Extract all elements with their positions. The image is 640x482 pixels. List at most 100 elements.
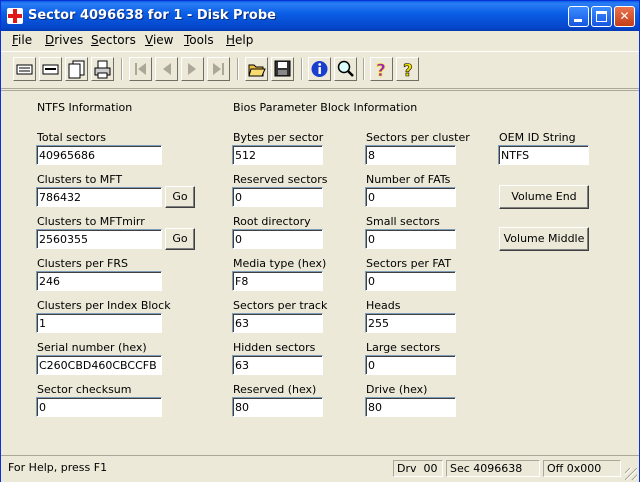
clusters-to-mft-field[interactable]: 786432 <box>36 187 162 207</box>
total-sectors-field[interactable]: 40965686 <box>36 145 162 165</box>
sectors-per-cluster-label: Sectors per cluster <box>366 131 470 144</box>
clusters-per-index-block-field[interactable]: 1 <box>36 313 162 333</box>
large-sectors-label: Large sectors <box>366 341 441 354</box>
sectors-per-fat-label: Sectors per FAT <box>366 257 452 270</box>
minimize-button[interactable] <box>568 6 589 27</box>
drive-hex-field[interactable]: 80 <box>365 397 456 417</box>
context-help-button[interactable]: ? <box>396 57 419 81</box>
root-directory-field[interactable]: 0 <box>232 229 323 249</box>
bytes-per-sector-field[interactable]: 512 <box>232 145 323 165</box>
menu-drives[interactable]: Drives <box>43 33 85 47</box>
bpb-section-title: Bios Parameter Block Information <box>233 101 418 114</box>
number-of-fats-field[interactable]: 0 <box>365 187 456 207</box>
root-directory-label: Root directory <box>233 215 311 228</box>
menu-file[interactable]: File <box>10 33 34 47</box>
reserved-sectors-label: Reserved sectors <box>233 173 328 186</box>
reserved-hex-field[interactable]: 80 <box>232 397 323 417</box>
search-icon <box>337 60 354 77</box>
reserved-sectors-field[interactable]: 0 <box>232 187 323 207</box>
info-button[interactable] <box>308 57 331 81</box>
small-sectors-label: Small sectors <box>366 215 440 228</box>
main-panel: NTFS Information Bios Parameter Block In… <box>1 90 639 454</box>
menu-sectors[interactable]: Sectors <box>89 33 138 47</box>
view-boot-icon <box>68 60 85 79</box>
last-sector-icon <box>213 63 224 75</box>
view-partition-icon <box>42 64 59 75</box>
toolbar: ? ? <box>1 51 639 89</box>
view-bytes-icon <box>16 64 33 75</box>
clusters-per-frs-field[interactable]: 246 <box>36 271 162 291</box>
open-button[interactable] <box>245 57 268 81</box>
first-sector-button[interactable] <box>129 57 152 81</box>
save-button[interactable] <box>271 57 294 81</box>
title-bar[interactable]: Sector 4096638 for 1 - Disk Probe ✕ <box>1 1 639 31</box>
media-type-field[interactable]: F8 <box>232 271 323 291</box>
clusters-per-frs-label: Clusters per FRS <box>37 257 128 270</box>
app-cross-icon <box>7 8 23 24</box>
bytes-per-sector-label: Bytes per sector <box>233 131 324 144</box>
volume-end-button[interactable]: Volume End <box>499 185 589 209</box>
svg-text:?: ? <box>403 61 413 80</box>
view-boot-button[interactable] <box>65 57 88 81</box>
previous-sector-button[interactable] <box>155 57 178 81</box>
close-button[interactable]: ✕ <box>614 6 635 27</box>
context-help-icon: ? <box>403 61 413 80</box>
sectors-per-track-label: Sectors per track <box>233 299 328 312</box>
ntfs-section-title: NTFS Information <box>37 101 133 114</box>
status-help-text: For Help, press F1 <box>8 461 108 474</box>
view-partition-button[interactable] <box>39 57 62 81</box>
clusters-per-index-block-label: Clusters per Index Block <box>37 299 171 312</box>
sectors-per-fat-field[interactable]: 0 <box>365 271 456 291</box>
status-offset: Off 0x000 <box>543 460 621 477</box>
large-sectors-field[interactable]: 0 <box>365 355 456 375</box>
clusters-to-mft-label: Clusters to MFT <box>37 173 123 186</box>
close-icon: ✕ <box>619 9 630 23</box>
maximize-button[interactable] <box>591 6 612 27</box>
go-mftmirr-button[interactable]: Go <box>165 228 195 250</box>
go-mft-button[interactable]: Go <box>165 186 195 208</box>
status-sector: Sec 4096638 <box>446 460 540 477</box>
serial-number-field[interactable]: C260CBD460CBCCFB <box>36 355 162 375</box>
drive-hex-label: Drive (hex) <box>366 383 428 396</box>
toolbar-separator <box>363 58 365 80</box>
toolbar-separator <box>301 58 303 80</box>
last-sector-button[interactable] <box>207 57 230 81</box>
heads-field[interactable]: 255 <box>365 313 456 333</box>
sector-checksum-label: Sector checksum <box>37 383 132 396</box>
menu-tools[interactable]: Tools <box>182 33 216 47</box>
menu-bar: File Drives Sectors View Tools Help <box>1 31 639 50</box>
total-sectors-label: Total sectors <box>37 131 107 144</box>
print-icon <box>94 60 111 79</box>
svg-text:?: ? <box>376 61 386 80</box>
sectors-per-cluster-field[interactable]: 8 <box>365 145 456 165</box>
window-title: Sector 4096638 for 1 - Disk Probe <box>28 8 276 23</box>
next-sector-button[interactable] <box>181 57 204 81</box>
serial-number-label: Serial number (hex) <box>37 341 147 354</box>
toolbar-separator <box>237 58 239 80</box>
media-type-label: Media type (hex) <box>233 257 327 270</box>
print-button[interactable] <box>91 57 114 81</box>
clusters-to-mftmirr-label: Clusters to MFTmirr <box>37 215 145 228</box>
view-bytes-button[interactable] <box>13 57 36 81</box>
clusters-to-mftmirr-field[interactable]: 2560355 <box>36 229 162 249</box>
sectors-per-track-field[interactable]: 63 <box>232 313 323 333</box>
save-icon <box>274 60 291 77</box>
open-folder-icon <box>248 64 266 77</box>
first-sector-icon <box>135 63 146 75</box>
disk-probe-window: Sector 4096638 for 1 - Disk Probe ✕ File… <box>0 0 640 482</box>
minimize-icon <box>574 19 582 22</box>
help-button[interactable]: ? <box>370 57 393 81</box>
sector-checksum-field[interactable]: 0 <box>36 397 162 417</box>
hidden-sectors-label: Hidden sectors <box>233 341 316 354</box>
status-bar: For Help, press F1 Drv 00 Sec 4096638 Of… <box>1 455 639 482</box>
oem-id-field[interactable]: NTFS <box>498 145 589 165</box>
resize-grip-icon[interactable] <box>625 468 637 480</box>
status-drive: Drv 00 <box>393 460 443 477</box>
search-button[interactable] <box>334 57 357 81</box>
menu-help[interactable]: Help <box>224 33 255 47</box>
volume-middle-button[interactable]: Volume Middle <box>499 227 589 251</box>
menu-view[interactable]: View <box>143 33 175 47</box>
hidden-sectors-field[interactable]: 63 <box>232 355 323 375</box>
previous-sector-icon <box>163 63 171 75</box>
small-sectors-field[interactable]: 0 <box>365 229 456 249</box>
